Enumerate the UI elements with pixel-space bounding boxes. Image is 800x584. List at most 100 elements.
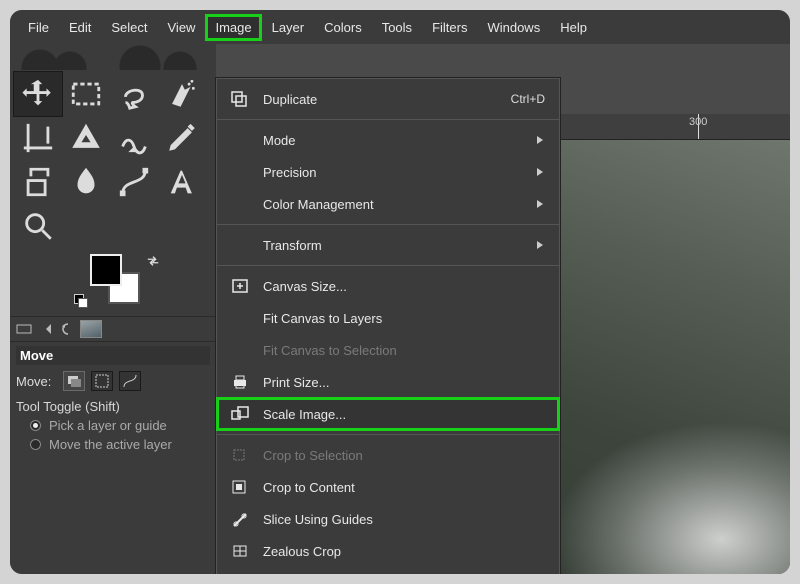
tool-warp[interactable] [110, 116, 158, 160]
tool-zoom[interactable] [14, 204, 62, 248]
menu-item-label: Duplicate [263, 92, 317, 107]
menu-fit-canvas-selection: Fit Canvas to Selection [217, 334, 559, 366]
menu-tools[interactable]: Tools [372, 14, 422, 41]
menu-item-label: Slice Using Guides [263, 512, 373, 527]
menu-separator [217, 265, 559, 266]
menu-fit-canvas-layers[interactable]: Fit Canvas to Layers [217, 302, 559, 334]
tool-rect-select[interactable] [62, 72, 110, 116]
submenu-arrow-icon [535, 197, 545, 212]
menu-item-label: Crop to Selection [263, 448, 363, 463]
submenu-arrow-icon [535, 238, 545, 253]
scale-icon [229, 405, 251, 423]
menu-file[interactable]: File [18, 14, 59, 41]
panel-tabs [10, 316, 216, 342]
radio-dot-icon [30, 420, 41, 431]
tool-move[interactable] [14, 72, 62, 116]
image-menu-dropdown: Duplicate Ctrl+D Mode Precision Color Ma… [216, 78, 560, 574]
menu-canvas-size[interactable]: Canvas Size... [217, 270, 559, 302]
tool-unified-transform[interactable] [62, 116, 110, 160]
move-mode-selection[interactable] [91, 371, 113, 391]
radio-move-active-label: Move the active layer [49, 437, 172, 452]
crop-icon [229, 446, 251, 464]
menu-item-label: Color Management [263, 197, 374, 212]
print-icon [229, 373, 251, 391]
tool-text[interactable] [158, 160, 206, 204]
menu-help[interactable]: Help [550, 14, 597, 41]
blank-icon [229, 236, 251, 254]
menu-view[interactable]: View [158, 14, 206, 41]
tool-path[interactable] [110, 160, 158, 204]
tool-paintbrush[interactable] [158, 116, 206, 160]
menu-edit[interactable]: Edit [59, 14, 101, 41]
menu-color-management[interactable]: Color Management [217, 188, 559, 220]
toolbox [10, 70, 216, 248]
content-area: Move Move: Tool Toggle (Shift) Pick a la… [10, 44, 790, 574]
menubar: File Edit Select View Image Layer Colors… [10, 10, 790, 44]
image-thumbnail[interactable] [80, 320, 102, 338]
left-panel: Move Move: Tool Toggle (Shift) Pick a la… [10, 44, 216, 574]
undo-history-tab-icon[interactable] [58, 320, 78, 338]
tool-options: Move Move: Tool Toggle (Shift) Pick a la… [10, 342, 216, 452]
menu-mode[interactable]: Mode [217, 124, 559, 156]
swap-colors-icon[interactable] [146, 254, 160, 268]
menu-item-label: Zealous Crop [263, 544, 341, 559]
menu-separator [217, 119, 559, 120]
device-status-icon[interactable] [14, 320, 34, 338]
menu-item-label: Print Size... [263, 375, 329, 390]
radio-dot-icon [30, 439, 41, 450]
tool-smudge[interactable] [62, 160, 110, 204]
tool-options-tab-icon[interactable] [36, 320, 56, 338]
menu-image[interactable]: Image [205, 14, 261, 41]
menu-slice-guides[interactable]: Slice Using Guides [217, 503, 559, 535]
move-mode-layer[interactable] [63, 371, 85, 391]
menu-item-label: Transform [263, 238, 322, 253]
zealous-crop-icon [229, 542, 251, 560]
blank-icon [229, 309, 251, 327]
canvas-size-icon [229, 277, 251, 295]
submenu-arrow-icon [535, 165, 545, 180]
move-mode-path[interactable] [119, 371, 141, 391]
menu-item-label: Fit Canvas to Layers [263, 311, 382, 326]
menu-separator [217, 224, 559, 225]
menu-item-label: Scale Image... [263, 407, 346, 422]
menu-windows[interactable]: Windows [477, 14, 550, 41]
tool-clone[interactable] [14, 160, 62, 204]
crop-content-icon [229, 478, 251, 496]
menu-select[interactable]: Select [101, 14, 157, 41]
tool-crop[interactable] [14, 116, 62, 160]
menu-item-label: Mode [263, 133, 296, 148]
fg-color-swatch[interactable] [90, 254, 122, 286]
menu-layer[interactable]: Layer [262, 14, 315, 41]
menu-transform[interactable]: Transform [217, 229, 559, 261]
blank-icon [229, 163, 251, 181]
blank-icon [229, 341, 251, 359]
menu-item-label: Fit Canvas to Selection [263, 343, 397, 358]
menu-zealous-crop[interactable]: Zealous Crop [217, 535, 559, 567]
tool-options-title: Move [16, 346, 210, 365]
menu-accelerator: Ctrl+D [511, 92, 545, 106]
tool-free-select[interactable] [110, 72, 158, 116]
move-mode-label: Move: [16, 374, 51, 389]
menu-duplicate[interactable]: Duplicate Ctrl+D [217, 83, 559, 115]
tool-toggle-label: Tool Toggle (Shift) [16, 399, 210, 414]
default-colors-icon[interactable] [74, 294, 86, 306]
blank-icon [229, 131, 251, 149]
radio-pick-layer-label: Pick a layer or guide [49, 418, 167, 433]
menu-item-label: Precision [263, 165, 316, 180]
slice-icon [229, 510, 251, 528]
ruler-tick-300: 300 [689, 116, 707, 128]
radio-move-active[interactable]: Move the active layer [16, 437, 210, 452]
menu-scale-image[interactable]: Scale Image... [217, 398, 559, 430]
menu-colors[interactable]: Colors [314, 14, 372, 41]
menu-print-size[interactable]: Print Size... [217, 366, 559, 398]
tool-fuzzy-select[interactable] [158, 72, 206, 116]
menu-filters[interactable]: Filters [422, 14, 477, 41]
blank-icon [229, 195, 251, 213]
menu-precision[interactable]: Precision [217, 156, 559, 188]
menu-crop-selection: Crop to Selection [217, 439, 559, 471]
app-window: File Edit Select View Image Layer Colors… [10, 10, 790, 574]
menu-separator [217, 434, 559, 435]
radio-pick-layer[interactable]: Pick a layer or guide [16, 418, 210, 433]
menu-crop-content[interactable]: Crop to Content [217, 471, 559, 503]
duplicate-icon [229, 90, 251, 108]
